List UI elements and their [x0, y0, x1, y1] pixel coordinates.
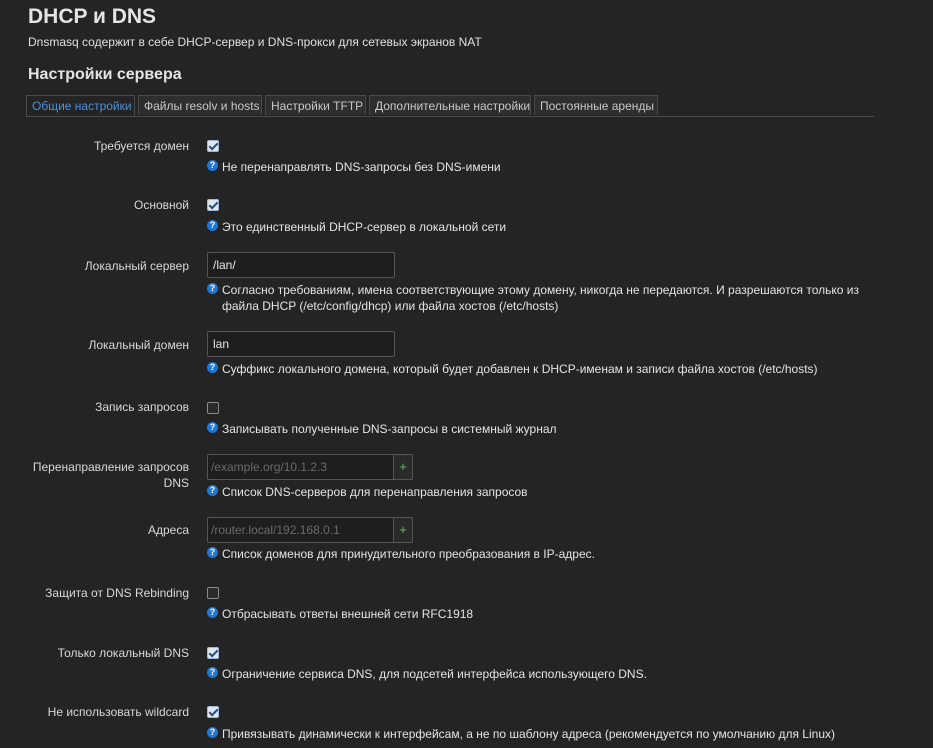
- field-label-line: Перенаправление запросов: [32, 460, 189, 474]
- local-service-checkbox[interactable]: [207, 647, 219, 659]
- tab-divider: [26, 116, 874, 117]
- field-label: Адреса: [147, 523, 189, 537]
- field-label: Запись запросов: [95, 400, 189, 414]
- help-block: ? Не перенаправлять DNS-запросы без DNS-…: [207, 159, 501, 175]
- tab-advanced[interactable]: Дополнительные настройки: [369, 95, 531, 115]
- help-icon: ?: [207, 727, 218, 738]
- help-text: Привязывать динамически к интерфейсам, а…: [222, 727, 835, 741]
- field-label: Перенаправление запросов DNS: [33, 459, 189, 491]
- help-block: ? Записывать полученные DNS-запросы в си…: [207, 421, 557, 437]
- help-icon: ?: [207, 667, 218, 678]
- tab-static-leases[interactable]: Постоянные аренды: [534, 95, 658, 115]
- help-block: ? Ограничение сервиса DNS, для подсетей …: [207, 666, 647, 682]
- addresses-input[interactable]: [207, 517, 393, 543]
- help-text: Согласно требованиям, имена соответствую…: [222, 282, 859, 314]
- help-block: ? Список DNS-серверов для перенаправлени…: [207, 484, 528, 500]
- help-block: ? Список доменов для принудительного пре…: [207, 546, 595, 562]
- section-title: Настройки сервера: [28, 66, 182, 83]
- help-text: Список DNS-серверов для перенаправления …: [222, 485, 528, 499]
- help-text: Отбрасывать ответы внешней сети RFC1918: [222, 607, 474, 621]
- local-domain-input[interactable]: [207, 331, 395, 357]
- rebind-protection-checkbox[interactable]: [207, 587, 219, 599]
- help-block: ? Суффикс локального домена, который буд…: [207, 361, 818, 377]
- help-icon: ?: [207, 547, 218, 558]
- authoritative-checkbox[interactable]: [207, 199, 219, 211]
- dns-forwardings-input[interactable]: [207, 454, 393, 480]
- help-block: ? Отбрасывать ответы внешней сети RFC191…: [207, 606, 473, 622]
- help-icon: ?: [207, 160, 218, 171]
- field-label: Защита от DNS Rebinding: [45, 586, 189, 600]
- tab-bar: Общие настройки Файлы resolv и hosts Нас…: [26, 95, 661, 117]
- field-label: Основной: [133, 198, 189, 212]
- add-address-button[interactable]: +: [393, 517, 413, 543]
- page-title: DHCP и DNS: [28, 5, 157, 28]
- log-queries-checkbox[interactable]: [207, 402, 219, 414]
- help-icon: ?: [207, 607, 218, 618]
- help-block: ? Это единственный DHCP-сервер в локальн…: [207, 219, 506, 235]
- dns-forwardings-list: +: [207, 454, 413, 480]
- help-text: Ограничение сервиса DNS, для подсетей ин…: [222, 667, 647, 681]
- help-text-line: Согласно требованиям, имена соответствую…: [222, 283, 859, 297]
- field-label: Локальный домен: [88, 338, 189, 352]
- help-icon: ?: [207, 422, 218, 433]
- help-text-line: файла DHCP (/etc/config/dhcp) или файла …: [222, 299, 559, 313]
- tab-general-settings[interactable]: Общие настройки: [26, 95, 135, 117]
- help-block: ? Привязывать динамически к интерфейсам,…: [207, 726, 835, 742]
- help-icon: ?: [207, 283, 218, 294]
- help-text: Это единственный DHCP-сервер в локальной…: [222, 220, 507, 234]
- nonwildcard-checkbox[interactable]: [207, 706, 219, 718]
- domain-required-checkbox[interactable]: [207, 140, 219, 152]
- field-label: Не использовать wildcard: [47, 705, 189, 719]
- help-text: Не перенаправлять DNS-запросы без DNS-им…: [222, 160, 501, 174]
- addresses-list: +: [207, 517, 413, 543]
- help-icon: ?: [207, 220, 218, 231]
- help-text: Список доменов для принудительного преоб…: [222, 547, 595, 561]
- field-label: Локальный сервер: [84, 259, 189, 273]
- tab-resolv-hosts[interactable]: Файлы resolv и hosts: [138, 95, 262, 115]
- tab-tftp[interactable]: Настройки TFTP: [265, 95, 366, 115]
- help-icon: ?: [207, 362, 218, 373]
- add-dns-forwarding-button[interactable]: +: [393, 454, 413, 480]
- local-server-input[interactable]: [207, 252, 395, 278]
- help-text: Суффикс локального домена, который будет…: [222, 362, 818, 376]
- field-label: Только локальный DNS: [57, 646, 189, 660]
- field-label-line: DNS: [163, 476, 189, 490]
- help-block: ? Согласно требованиям, имена соответств…: [207, 282, 859, 314]
- field-label: Требуется домен: [93, 139, 189, 153]
- help-text: Записывать полученные DNS-запросы в сист…: [222, 422, 557, 436]
- help-icon: ?: [207, 485, 218, 496]
- page-description: Dnsmasq содержит в себе DHCP-сервер и DN…: [28, 35, 482, 49]
